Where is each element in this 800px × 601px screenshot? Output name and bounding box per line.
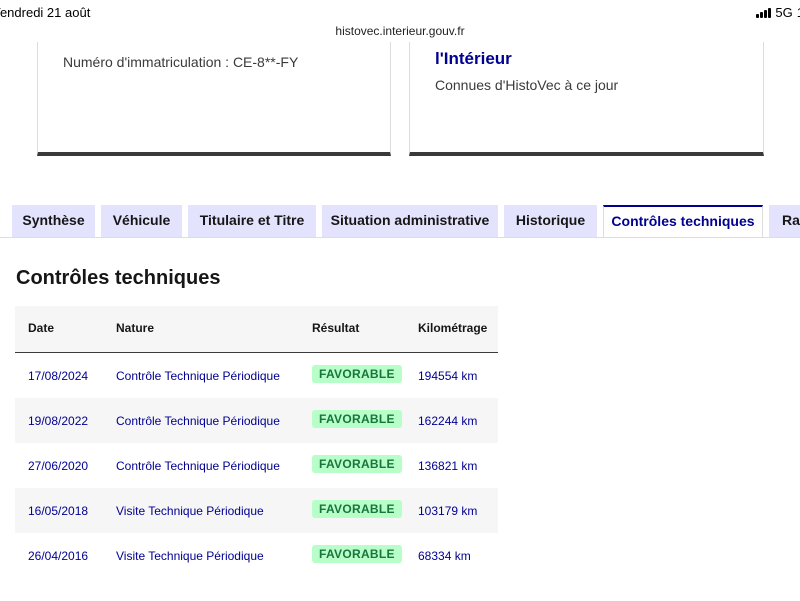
- row-mileage: 68334 km: [418, 549, 471, 563]
- tab-synthese[interactable]: Synthèse: [12, 205, 95, 237]
- url-domain[interactable]: histovec.interieur.gouv.fr: [335, 24, 464, 38]
- signal-icon: [756, 7, 772, 18]
- header-mileage: Kilométrage: [418, 321, 488, 335]
- row-date: 27/06/2020: [28, 459, 89, 473]
- row-nature: Contrôle Technique Périodique: [116, 369, 280, 383]
- status-time: Vendredi 21 août: [0, 5, 91, 20]
- network-label: 5G: [775, 5, 793, 20]
- tab-panel: Contrôles techniques Date Nature Résulta…: [0, 237, 800, 601]
- card-subtitle: Connues d'HistoVec à ce jour: [435, 77, 619, 93]
- header-nature: Nature: [116, 321, 155, 335]
- card-title: l'Intérieur: [435, 49, 512, 68]
- table-row: 16/05/2018 Visite Technique Périodique F…: [15, 488, 498, 533]
- table-row: 17/08/2024 Contrôle Technique Périodique…: [15, 353, 498, 398]
- row-date: 19/08/2022: [28, 414, 89, 428]
- inspections-table: Date Nature Résultat Kilométrage 17/08/2…: [15, 306, 498, 578]
- status-badge: FAVORABLE: [312, 410, 402, 428]
- tab-rapport[interactable]: Rap: [769, 205, 800, 237]
- tab-historique[interactable]: Historique: [504, 205, 597, 237]
- summary-cards: Numéro d'immatriculation : CE-8**-FY l'I…: [0, 42, 800, 192]
- status-badge: FAVORABLE: [312, 545, 402, 563]
- row-nature: Contrôle Technique Périodique: [116, 459, 280, 473]
- status-badge: FAVORABLE: [312, 455, 402, 473]
- row-date: 16/05/2018: [28, 504, 89, 518]
- result-cell: FAVORABLE: [312, 500, 402, 518]
- row-mileage: 194554 km: [418, 369, 478, 383]
- row-mileage: 103179 km: [418, 504, 478, 518]
- table-row: 27/06/2020 Contrôle Technique Périodique…: [15, 443, 498, 488]
- row-date: 17/08/2024: [28, 369, 89, 383]
- tab-situation-administrative[interactable]: Situation administrative: [322, 205, 498, 237]
- tab-vehicule[interactable]: Véhicule: [101, 205, 182, 237]
- tab-titulaire[interactable]: Titulaire et Titre: [188, 205, 316, 237]
- row-nature: Visite Technique Périodique: [116, 504, 264, 518]
- result-cell: FAVORABLE: [312, 455, 402, 473]
- status-badge: FAVORABLE: [312, 365, 402, 383]
- ministry-card: l'Intérieur Connues d'HistoVec à ce jour: [409, 42, 764, 156]
- header-date: Date: [28, 321, 55, 335]
- result-cell: FAVORABLE: [312, 410, 402, 428]
- table-row: 19/08/2022 Contrôle Technique Périodique…: [15, 398, 498, 443]
- status-bar: Vendredi 21 août 5G 1: [0, 0, 800, 24]
- registration-number: Numéro d'immatriculation : CE-8**-FY: [63, 54, 299, 70]
- result-cell: FAVORABLE: [312, 545, 402, 563]
- status-badge: FAVORABLE: [312, 500, 402, 518]
- status-indicators: 5G 1: [756, 5, 800, 20]
- row-mileage: 162244 km: [418, 414, 478, 428]
- tab-bar: Synthèse Véhicule Titulaire et Titre Sit…: [0, 205, 800, 238]
- result-cell: FAVORABLE: [312, 365, 402, 383]
- row-nature: Contrôle Technique Périodique: [116, 414, 280, 428]
- table-header: Date Nature Résultat Kilométrage: [15, 306, 498, 353]
- row-date: 26/04/2016: [28, 549, 89, 563]
- header-result: Résultat: [312, 321, 360, 335]
- tab-controles-techniques[interactable]: Contrôles techniques: [603, 205, 763, 238]
- row-mileage: 136821 km: [418, 459, 478, 473]
- vehicle-id-card: Numéro d'immatriculation : CE-8**-FY: [37, 42, 391, 156]
- section-title: Contrôles techniques: [16, 267, 221, 289]
- table-row: 26/04/2016 Visite Technique Périodique F…: [15, 533, 498, 578]
- row-nature: Visite Technique Périodique: [116, 549, 264, 563]
- url-bar[interactable]: histovec.interieur.gouv.fr: [0, 24, 800, 42]
